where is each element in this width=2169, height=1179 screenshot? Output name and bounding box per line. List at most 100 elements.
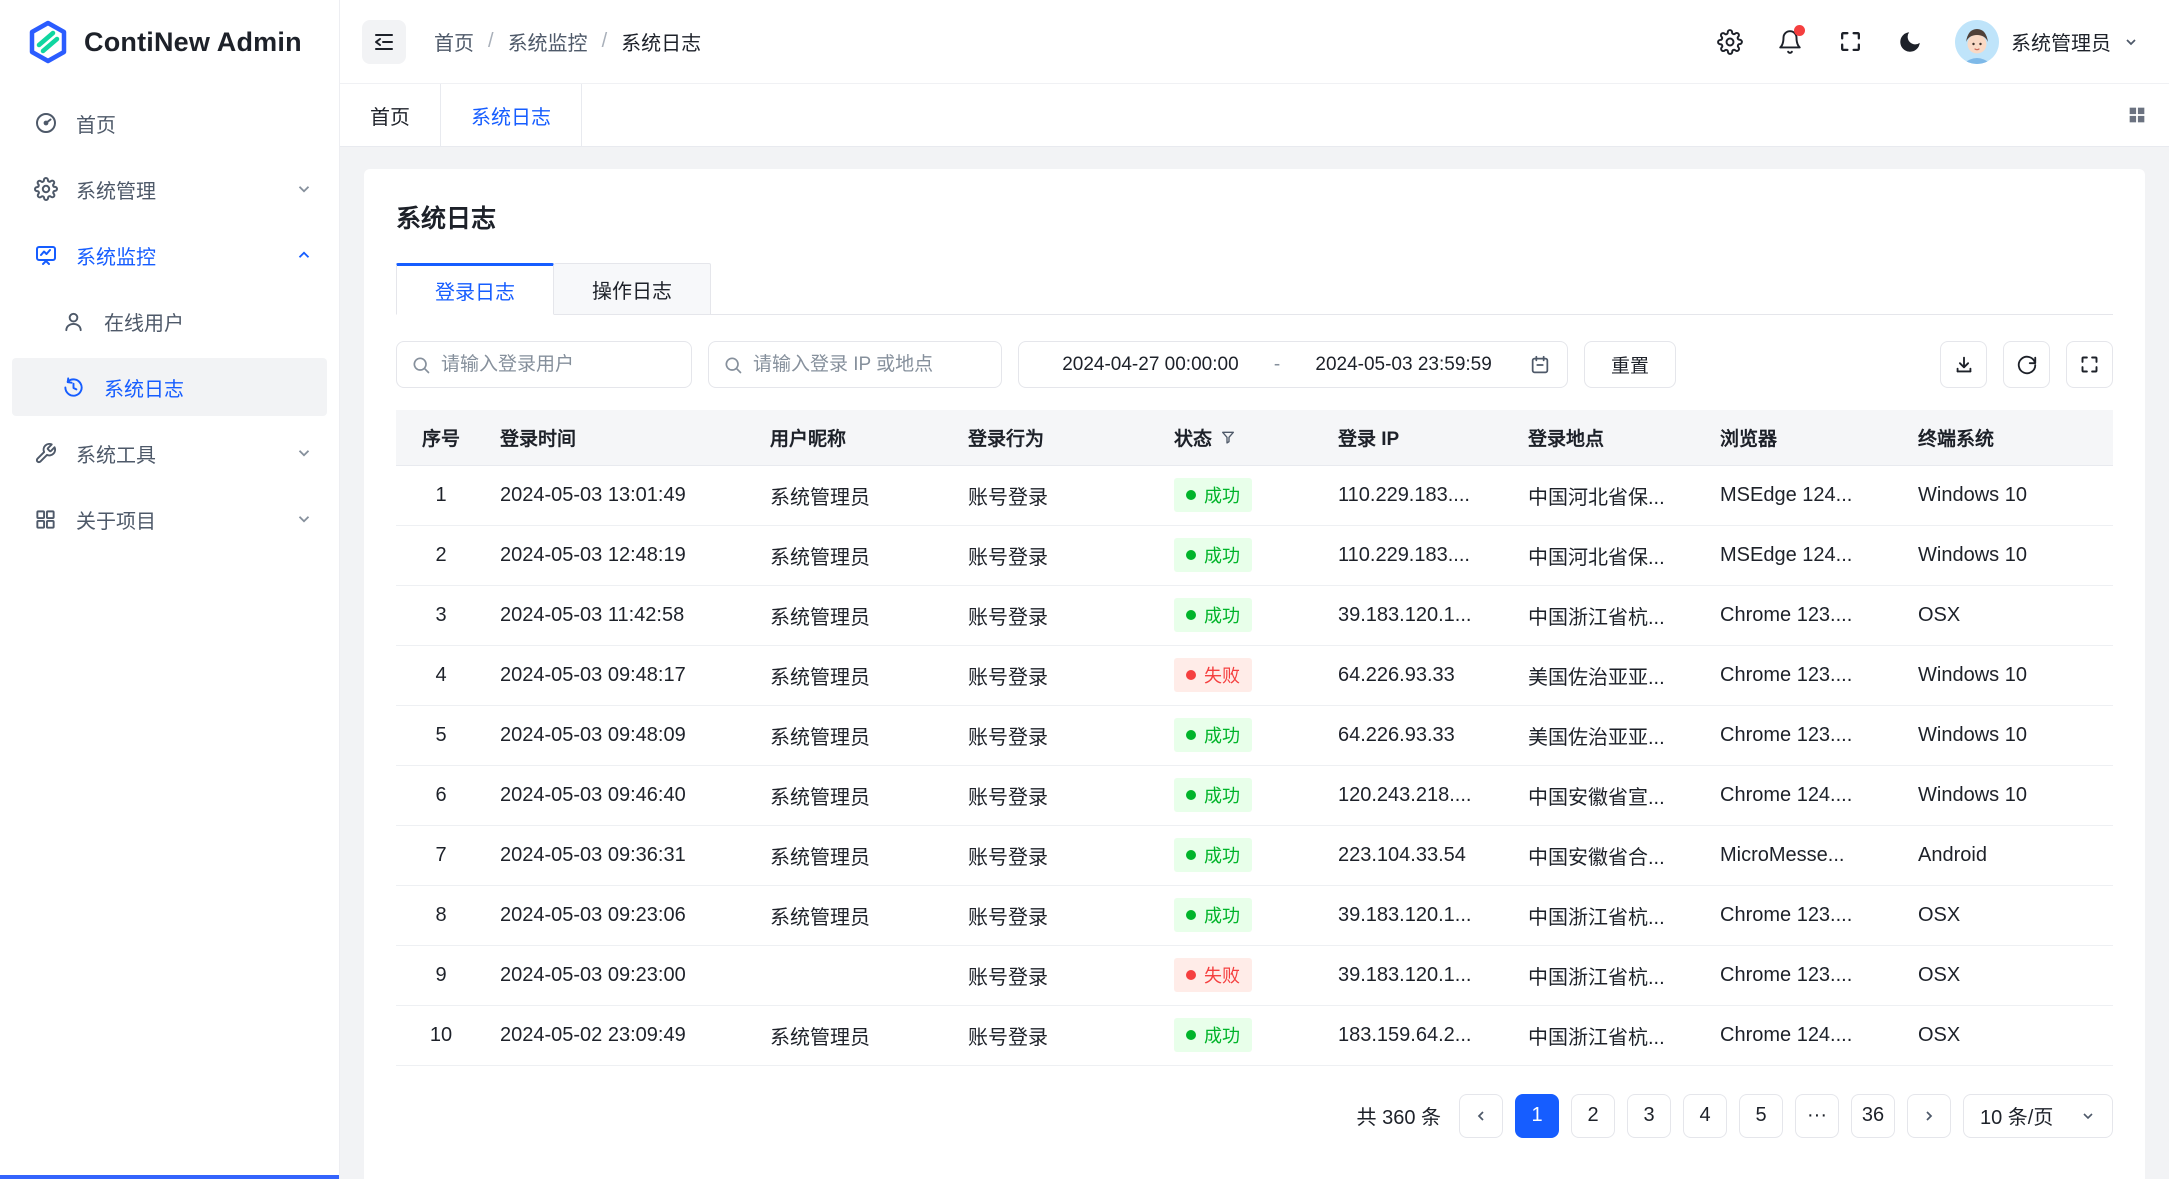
chevron-left-icon [1473,1108,1489,1124]
sidebar-item-home[interactable]: 首页 [12,94,327,152]
sidebar-item-about-project[interactable]: 关于项目 [12,490,327,548]
cell-no: 10 [396,1005,486,1065]
table-row: 2 2024-05-03 12:48:19 系统管理员 账号登录 成功 110.… [396,525,2113,585]
sidebar-item-system-log[interactable]: 系统日志 [12,358,327,416]
col-header-login-time: 登录时间 [486,410,756,465]
table-fullscreen-button[interactable] [2066,341,2113,388]
cell-nickname: 系统管理员 [756,825,954,885]
download-icon [1953,354,1975,376]
reset-button[interactable]: 重置 [1584,341,1676,388]
tab-label: 首页 [370,101,410,130]
login-user-search[interactable] [396,341,692,388]
dark-mode-button[interactable] [1895,27,1925,57]
sidebar-item-label: 系统管理 [76,175,295,204]
page-size-value: 10 条/页 [1980,1101,2053,1130]
cell-behavior: 账号登录 [954,525,1160,585]
notifications-button[interactable] [1775,27,1805,57]
sidebar: ContiNew Admin 首页 [0,0,340,1179]
cell-behavior: 账号登录 [954,465,1160,525]
date-range-picker[interactable]: 2024-04-27 00:00:00 - 2024-05-03 23:59:5… [1018,341,1568,388]
sidebar-item-system-management[interactable]: 系统管理 [12,160,327,218]
settings-button[interactable] [1715,27,1745,57]
page-button-4[interactable]: 4 [1683,1094,1727,1138]
sidebar-item-label: 系统工具 [76,439,295,468]
page-title: 系统日志 [396,199,2113,235]
tab-actions-button[interactable] [2105,84,2169,146]
tab-label: 系统日志 [471,101,551,130]
page-button-5[interactable]: 5 [1739,1094,1783,1138]
content-area: 系统日志 登录日志 操作日志 [340,147,2169,1179]
table-row: 7 2024-05-03 09:36:31 系统管理员 账号登录 成功 223.… [396,825,2113,885]
cell-status: 成功 [1160,885,1324,945]
breadcrumb-home[interactable]: 首页 [434,27,474,56]
fullscreen-button[interactable] [1835,27,1865,57]
page-size-select[interactable]: 10 条/页 [1963,1094,2113,1138]
cell-behavior: 账号登录 [954,825,1160,885]
page-ellipsis-button[interactable]: ··· [1795,1094,1839,1138]
cell-os: Windows 10 [1904,765,2113,825]
page-button-3[interactable]: 3 [1627,1094,1671,1138]
next-page-button[interactable] [1907,1094,1951,1138]
filter-funnel-icon[interactable] [1220,429,1236,445]
tab-home[interactable]: 首页 [340,84,441,146]
refresh-button[interactable] [2003,341,2050,388]
sidebar-item-label: 首页 [76,109,313,138]
cell-ip: 183.159.64.2... [1324,1005,1514,1065]
status-badge: 成功 [1174,478,1252,512]
status-badge: 成功 [1174,838,1252,872]
cell-status: 失败 [1160,645,1324,705]
sidebar-item-system-monitor[interactable]: 系统监控 [12,226,327,284]
cell-ip: 39.183.120.1... [1324,585,1514,645]
sidebar-item-online-users[interactable]: 在线用户 [12,292,327,350]
cell-time: 2024-05-03 09:23:00 [486,945,756,1005]
status-dot [1186,1030,1196,1040]
cell-browser: MicroMesse... [1706,825,1904,885]
breadcrumb-current: 系统日志 [621,27,701,56]
login-user-input[interactable] [441,354,677,376]
cell-status: 失败 [1160,945,1324,1005]
status-dot [1186,790,1196,800]
page-button-2[interactable]: 2 [1571,1094,1615,1138]
cell-browser: Chrome 123.... [1706,585,1904,645]
table-row: 8 2024-05-03 09:23:06 系统管理员 账号登录 成功 39.1… [396,885,2113,945]
tab-system-log[interactable]: 系统日志 [441,84,582,146]
page-button-36[interactable]: 36 [1851,1094,1895,1138]
table-body: 1 2024-05-03 13:01:49 系统管理员 账号登录 成功 110.… [396,465,2113,1065]
login-ip-input[interactable] [753,354,987,376]
login-log-table: 序号 登录时间 用户昵称 登录行为 状态 [396,410,2113,1066]
prev-page-button[interactable] [1459,1094,1503,1138]
sidebar-collapse-button[interactable] [362,20,406,64]
date-end[interactable]: 2024-05-03 23:59:59 [1288,354,1519,376]
col-header-ip: 登录 IP [1324,410,1514,465]
app-title: ContiNew Admin [84,27,302,58]
tab-operation-log[interactable]: 操作日志 [554,263,711,315]
cell-location: 中国河北省保... [1514,465,1706,525]
status-badge: 失败 [1174,658,1252,692]
search-icon [723,355,743,375]
calendar-icon [1529,354,1551,376]
page-button-1[interactable]: 1 [1515,1094,1559,1138]
menu-fold-icon [372,30,396,54]
sidebar-item-label: 系统监控 [76,241,295,270]
brand-logo-icon [26,20,70,64]
cell-location: 中国安徽省合... [1514,825,1706,885]
tabbar-spacer [582,84,2105,146]
status-dot [1186,910,1196,920]
status-dot [1186,490,1196,500]
cell-ip: 39.183.120.1... [1324,885,1514,945]
cell-browser: MSEdge 124... [1706,525,1904,585]
tab-login-log[interactable]: 登录日志 [396,263,554,315]
sidebar-item-system-tools[interactable]: 系统工具 [12,424,327,482]
export-button[interactable] [1940,341,1987,388]
cell-status: 成功 [1160,825,1324,885]
cell-no: 2 [396,525,486,585]
cell-os: Windows 10 [1904,645,2113,705]
login-ip-search[interactable] [708,341,1002,388]
cell-browser: Chrome 123.... [1706,945,1904,1005]
user-menu[interactable]: 系统管理员 [1955,20,2139,64]
date-start[interactable]: 2024-04-27 00:00:00 [1035,354,1266,376]
breadcrumb-system-monitor[interactable]: 系统监控 [508,27,588,56]
col-header-status-label: 状态 [1174,424,1212,451]
cell-status: 成功 [1160,765,1324,825]
cell-behavior: 账号登录 [954,585,1160,645]
